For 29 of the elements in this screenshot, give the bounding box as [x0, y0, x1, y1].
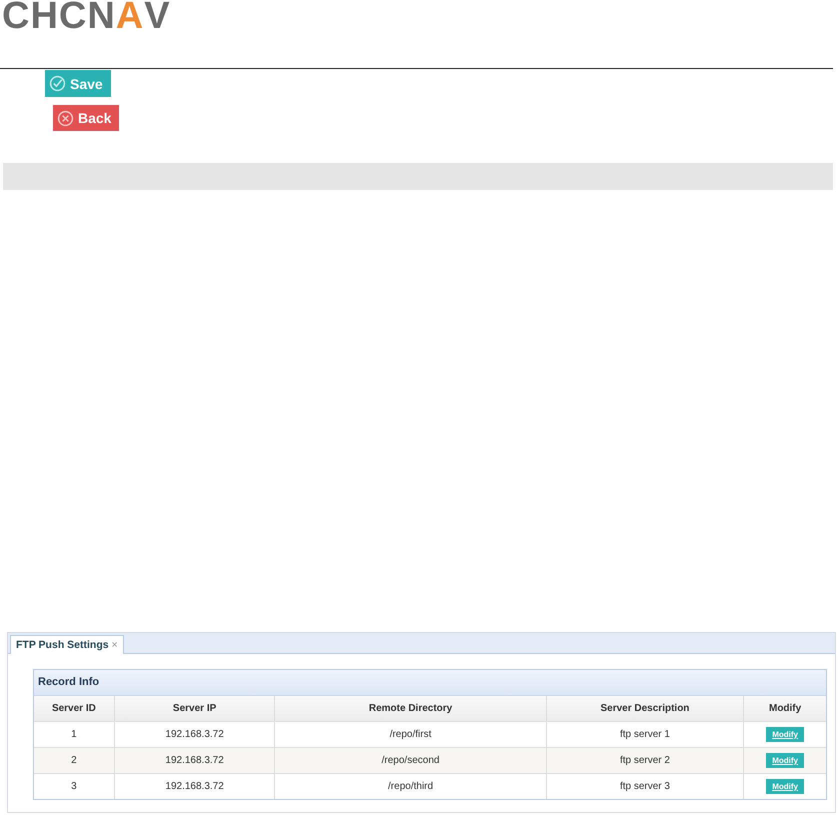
modify-button[interactable]: Modify [766, 727, 804, 742]
column-header: Server ID [34, 696, 115, 721]
column-header: Server Description [546, 696, 744, 721]
table-cell: 3 [34, 774, 115, 799]
table-cell: /repo/third [275, 774, 547, 799]
table-cell: 2 [34, 748, 115, 773]
table-cell: 192.168.3.72 [114, 748, 276, 773]
column-header: Remote Directory [275, 696, 547, 721]
save-button[interactable]: Save [45, 70, 111, 97]
column-header: Server IP [114, 696, 276, 721]
logo-letter: A [116, 0, 144, 35]
modify-button[interactable]: Modify [766, 753, 804, 768]
table-cell: /repo/second [275, 748, 547, 773]
table-cell: 192.168.3.72 [114, 722, 276, 747]
logo-text: V [144, 0, 171, 35]
close-circle-icon [57, 110, 74, 126]
tab[interactable]: FTP Push Settings × [10, 635, 124, 654]
table-cell: ftp server 3 [546, 774, 744, 799]
table-cell: ftp server 2 [546, 748, 744, 773]
check-circle-icon [49, 75, 66, 92]
table-cell: ftp server 1 [546, 722, 744, 747]
table-cell: 192.168.3.72 [114, 774, 276, 799]
column-header: Modify [768, 702, 802, 716]
table-title: Record Info [34, 670, 826, 696]
table-cell: /repo/first [275, 722, 547, 747]
modify-button[interactable]: Modify [766, 779, 804, 794]
table-cell: 1 [34, 722, 115, 747]
back-button[interactable]: Back [53, 105, 120, 131]
logo-text: CHCN [2, 0, 116, 35]
